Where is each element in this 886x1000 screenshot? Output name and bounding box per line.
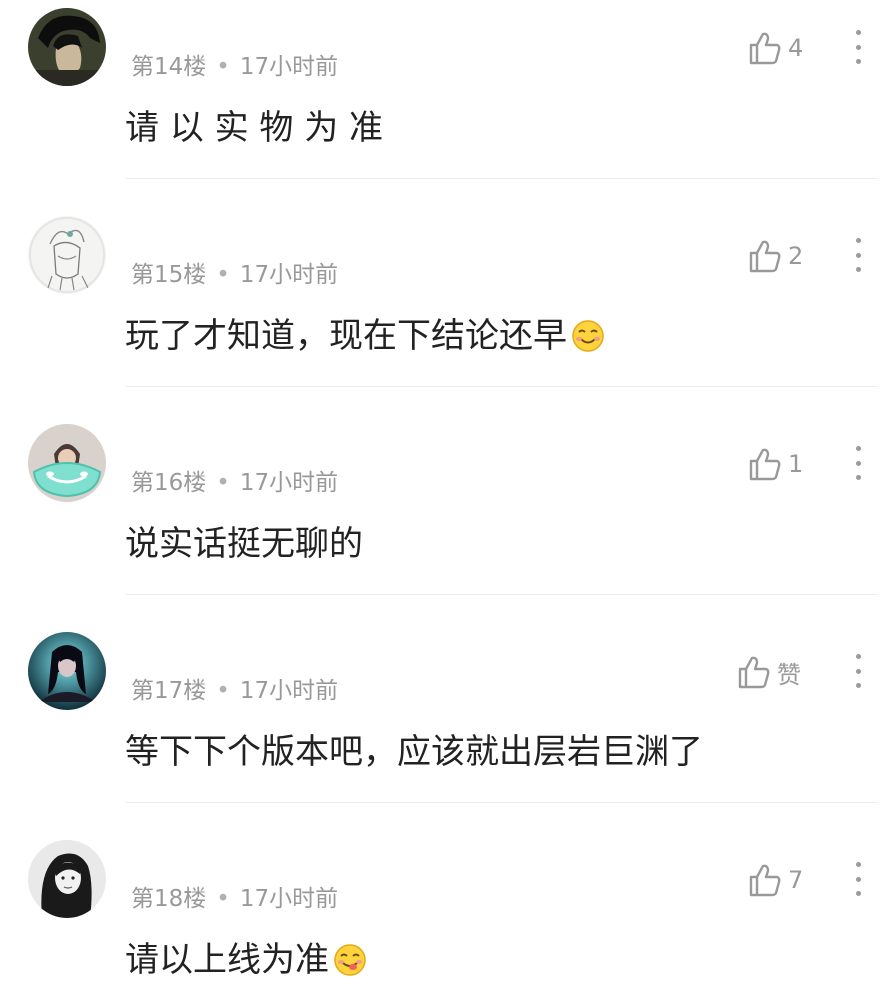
comment-meta: 第16楼 • 17小时前: [131, 468, 338, 498]
like-count: 2: [788, 242, 804, 270]
thumbs-up-icon: [737, 654, 771, 690]
meta-separator: •: [216, 470, 230, 496]
timestamp: 17小时前: [239, 262, 339, 288]
more-vertical-icon[interactable]: [848, 654, 868, 688]
comment-item: 第14楼 • 17小时前 4 请 以 实 物 为 准: [0, 0, 886, 208]
more-vertical-icon[interactable]: [848, 238, 868, 272]
comment-text: 请 以 实 物 为 准: [125, 108, 384, 148]
meta-separator: •: [216, 262, 230, 288]
meta-separator: •: [216, 678, 230, 704]
comment-text: 说实话挺无聊的: [125, 524, 363, 564]
like-button[interactable]: 1: [748, 444, 803, 484]
thumbs-up-icon: [748, 238, 782, 274]
floor-label: 第17楼: [131, 678, 207, 704]
divider: [125, 386, 877, 387]
more-vertical-icon[interactable]: [848, 862, 868, 896]
more-vertical-icon[interactable]: [848, 446, 868, 480]
like-count: 7: [788, 866, 804, 894]
avatar[interactable]: [28, 8, 106, 86]
timestamp: 17小时前: [239, 470, 339, 496]
floor-label: 第15楼: [131, 262, 207, 288]
divider: [125, 178, 877, 179]
comment-item: 第17楼 • 17小时前 赞 等下下个版本吧，应该就出层岩巨渊了: [0, 624, 886, 832]
comment-item: 第18楼 • 17小时前 7 请以上线为准: [0, 832, 886, 1000]
like-button[interactable]: 赞: [737, 652, 801, 692]
more-vertical-icon[interactable]: [848, 30, 868, 64]
comment-item: 第16楼 • 17小时前 1 说实话挺无聊的: [0, 416, 886, 624]
divider: [125, 594, 877, 595]
smile-emoji-icon: [571, 319, 605, 364]
like-label: 赞: [777, 660, 801, 689]
meta-separator: •: [216, 54, 230, 80]
comment-meta: 第14楼 • 17小时前: [131, 52, 338, 82]
avatar[interactable]: [28, 424, 106, 502]
like-button[interactable]: 4: [748, 28, 803, 68]
comment-text: 等下下个版本吧，应该就出层岩巨渊了: [125, 732, 703, 772]
floor-label: 第16楼: [131, 470, 207, 496]
comment-meta: 第18楼 • 17小时前: [131, 884, 338, 914]
divider: [125, 802, 877, 803]
like-button[interactable]: 7: [748, 860, 803, 900]
thumbs-up-icon: [748, 30, 782, 66]
timestamp: 17小时前: [239, 54, 339, 80]
comment-text: 玩了才知道，现在下结论还早: [125, 314, 605, 364]
meta-separator: •: [216, 886, 230, 912]
like-count: 4: [788, 34, 804, 62]
like-count: 1: [788, 450, 804, 478]
yummy-emoji-icon: [333, 943, 367, 988]
floor-label: 第18楼: [131, 886, 207, 912]
comment-text: 请以上线为准: [125, 938, 367, 988]
comment-item: 第15楼 • 17小时前 2 玩了才知道，现在下结论还早: [0, 208, 886, 416]
avatar[interactable]: [28, 632, 106, 710]
comment-meta: 第17楼 • 17小时前: [131, 676, 338, 706]
floor-label: 第14楼: [131, 54, 207, 80]
comment-meta: 第15楼 • 17小时前: [131, 260, 338, 290]
thumbs-up-icon: [748, 862, 782, 898]
timestamp: 17小时前: [239, 678, 339, 704]
like-button[interactable]: 2: [748, 236, 803, 276]
avatar[interactable]: [28, 216, 106, 294]
timestamp: 17小时前: [239, 886, 339, 912]
avatar[interactable]: [28, 840, 106, 918]
thumbs-up-icon: [748, 446, 782, 482]
